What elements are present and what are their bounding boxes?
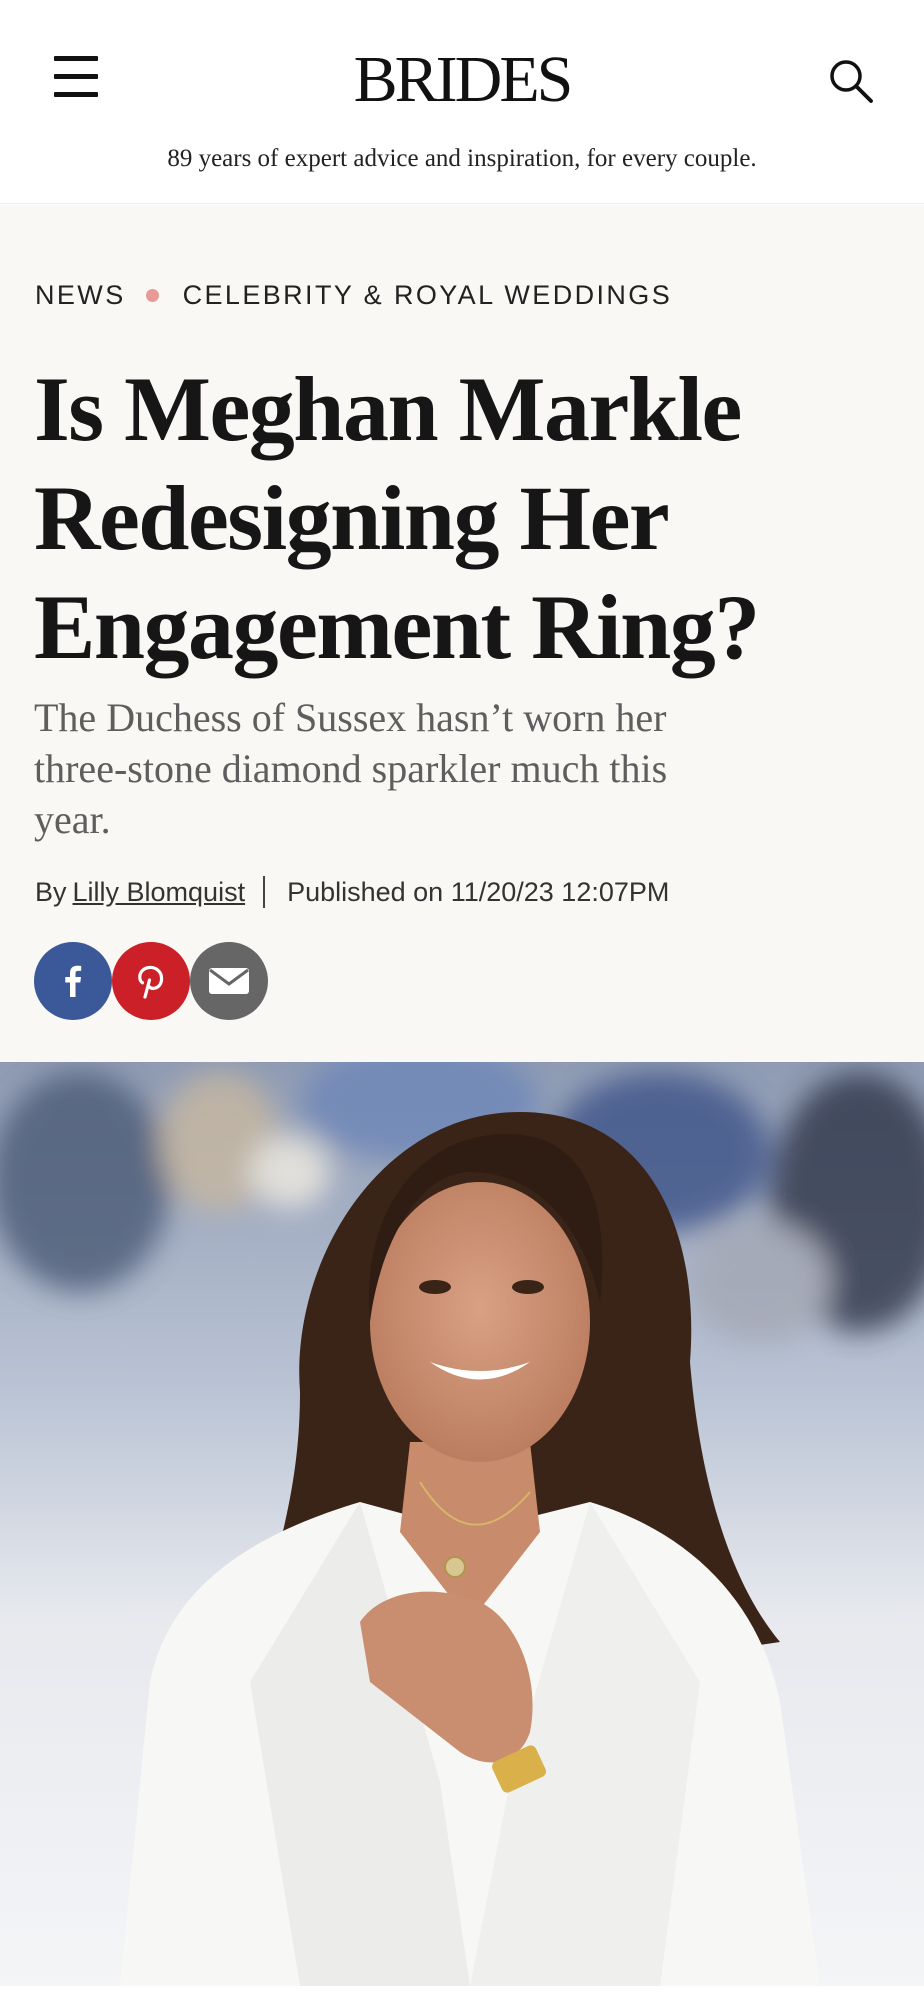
byline-divider <box>263 876 266 908</box>
site-tagline: 89 years of expert advice and inspiratio… <box>167 145 757 172</box>
hero-photo-illustration <box>0 1062 924 1986</box>
title-line: Engagement Ring? <box>34 576 760 678</box>
facebook-icon <box>65 965 82 997</box>
share-buttons <box>34 942 268 1020</box>
published-date: Published on 11/20/23 12:07PM <box>287 876 670 907</box>
breadcrumb-item-news[interactable]: NEWS <box>35 280 126 311</box>
article-subtitle: The Duchess of Sussex hasn’t worn her th… <box>34 692 894 845</box>
byline-prefix: By <box>35 876 67 907</box>
breadcrumb-item-celebrity-royal-weddings[interactable]: CELEBRITY & ROYAL WEDDINGS <box>183 280 673 311</box>
subtitle-line: The Duchess of Sussex hasn’t worn her <box>34 695 667 740</box>
site-header: BRIDES 89 years of expert advice and ins… <box>0 0 924 204</box>
hero-photo <box>0 1062 924 1986</box>
subtitle-line: three-stone diamond sparkler much this <box>34 746 668 791</box>
byline: By Lilly Blomquist Published on 11/20/23… <box>35 873 669 911</box>
facebook-share-button[interactable] <box>34 942 112 1020</box>
pinterest-icon <box>138 965 164 999</box>
site-logo[interactable]: BRIDES <box>0 40 924 120</box>
subtitle-line: year. <box>34 797 111 842</box>
article-title: Is Meghan Markle Redesigning Her Engagem… <box>34 355 894 682</box>
breadcrumb: NEWS CELEBRITY & ROYAL WEDDINGS <box>35 277 672 313</box>
pinterest-share-button[interactable] <box>112 942 190 1020</box>
email-share-button[interactable] <box>190 942 268 1020</box>
breadcrumb-separator-dot <box>145 288 159 302</box>
article-header: NEWS CELEBRITY & ROYAL WEDDINGS Is Megha… <box>0 205 924 1062</box>
search-icon[interactable] <box>826 56 876 106</box>
title-line: Redesigning Her <box>34 467 670 569</box>
email-icon <box>209 968 249 994</box>
title-line: Is Meghan Markle <box>34 358 742 460</box>
author-link[interactable]: Lilly Blomquist <box>73 877 246 908</box>
